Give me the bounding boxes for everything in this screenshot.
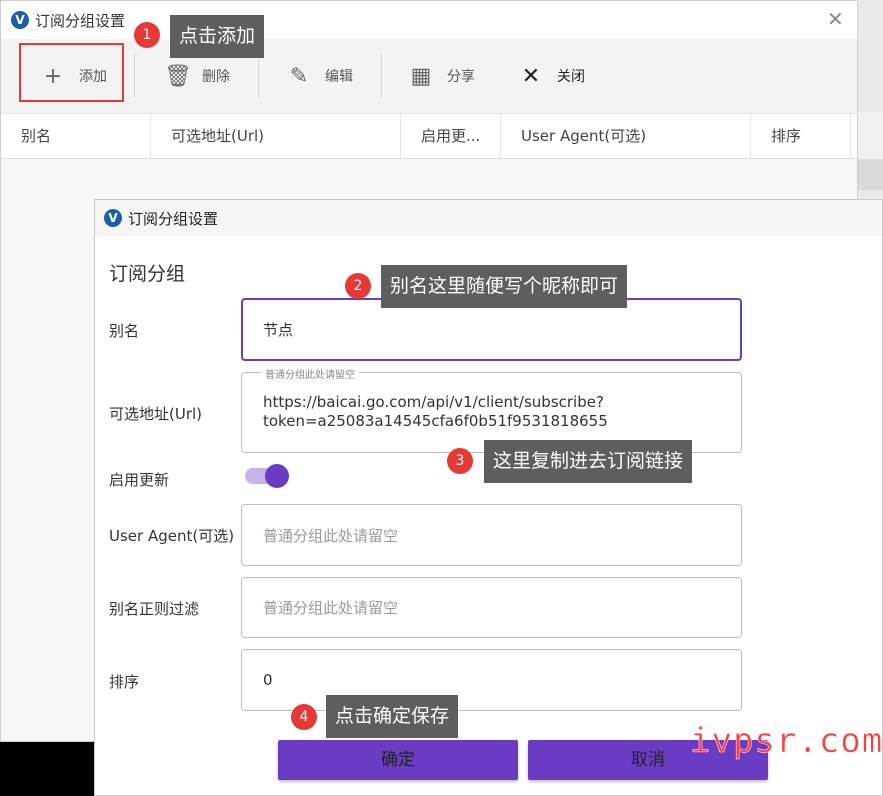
auto-update-label: 启用更新 — [109, 471, 170, 489]
url-label: 可选地址(Url) — [109, 405, 203, 423]
dialog-title: 订阅分组设置 — [128, 210, 219, 228]
annotation-note-3: 这里复制进去订阅链接 — [484, 440, 693, 483]
trash-icon: 🗑 — [164, 63, 192, 89]
window-close-button[interactable]: ✕ — [827, 7, 844, 31]
share-button[interactable]: ▦ 分享 — [409, 39, 475, 113]
pencil-icon: ✎ — [289, 63, 309, 89]
alias-regex-label: 别名正则过滤 — [109, 600, 200, 618]
toolbar-divider — [134, 53, 135, 97]
column-header-alias[interactable]: 别名 — [1, 114, 151, 160]
url-value-line2: token=a25083a14545cfa6f0b51f9531818655 — [263, 412, 608, 430]
annotation-note-4: 点击确定保存 — [326, 695, 459, 738]
annotation-badge-3: 3 — [447, 448, 473, 474]
user-agent-input[interactable]: 普通分组此处请留空 — [241, 504, 742, 566]
table-header: 别名 可选地址(Url) 启用更... User Agent(可选) 排序 — [1, 113, 857, 160]
alias-regex-input[interactable]: 普通分组此处请留空 — [241, 577, 742, 638]
background-window-edge — [858, 0, 883, 200]
app-logo-icon: V — [104, 209, 122, 227]
annotation-badge-1: 1 — [134, 22, 160, 48]
window-title: 订阅分组设置 — [35, 12, 126, 30]
annotation-note-2: 别名这里随便写个昵称即可 — [381, 265, 628, 308]
delete-label: 删除 — [202, 69, 230, 85]
sort-input[interactable]: 0 — [241, 649, 742, 711]
alias-label: 别名 — [109, 322, 140, 340]
annotation-badge-4: 4 — [291, 704, 317, 730]
url-hint: 普通分组此处请留空 — [261, 366, 359, 381]
close-button[interactable]: ✕ 关闭 — [519, 39, 585, 113]
add-button-highlight — [19, 43, 124, 102]
edit-button[interactable]: ✎ 编辑 — [287, 39, 353, 113]
column-header-url[interactable]: 可选地址(Url) — [151, 114, 401, 160]
url-value-line1: https://baicai.go.com/api/v1/client/subs… — [263, 393, 604, 411]
toolbar-divider — [381, 53, 382, 97]
app-logo-icon: V — [11, 11, 29, 29]
toolbar: + 添加 🗑 删除 ✎ 编辑 ▦ 分享 ✕ 关闭 — [1, 39, 857, 113]
sort-label: 排序 — [109, 673, 140, 691]
qr-code-icon: ▦ — [410, 63, 432, 89]
ok-button[interactable]: 确定 — [278, 740, 518, 780]
toolbar-divider — [258, 53, 259, 97]
site-watermark: ivpsr.com — [690, 721, 883, 762]
close-label: 关闭 — [557, 69, 585, 85]
auto-update-toggle[interactable] — [245, 464, 289, 488]
annotation-note-1: 点击添加 — [170, 15, 265, 58]
section-title: 订阅分组 — [109, 263, 186, 285]
background-header-edge — [858, 112, 883, 160]
share-label: 分享 — [447, 69, 475, 85]
dialog-titlebar: V 订阅分组设置 — [95, 200, 882, 236]
background-row-edge — [858, 160, 883, 190]
toggle-knob — [265, 464, 289, 488]
user-agent-label: User Agent(可选) — [109, 527, 235, 545]
column-header-user-agent[interactable]: User Agent(可选) — [501, 114, 751, 160]
annotation-badge-2: 2 — [345, 273, 371, 299]
column-header-auto-update[interactable]: 启用更... — [401, 114, 501, 160]
column-header-sort[interactable]: 排序 — [751, 114, 851, 160]
taskbar-fragment — [0, 742, 100, 796]
edit-label: 编辑 — [325, 69, 353, 85]
close-icon: ✕ — [521, 63, 541, 89]
window-titlebar: V 订阅分组设置 ✕ — [1, 1, 857, 39]
